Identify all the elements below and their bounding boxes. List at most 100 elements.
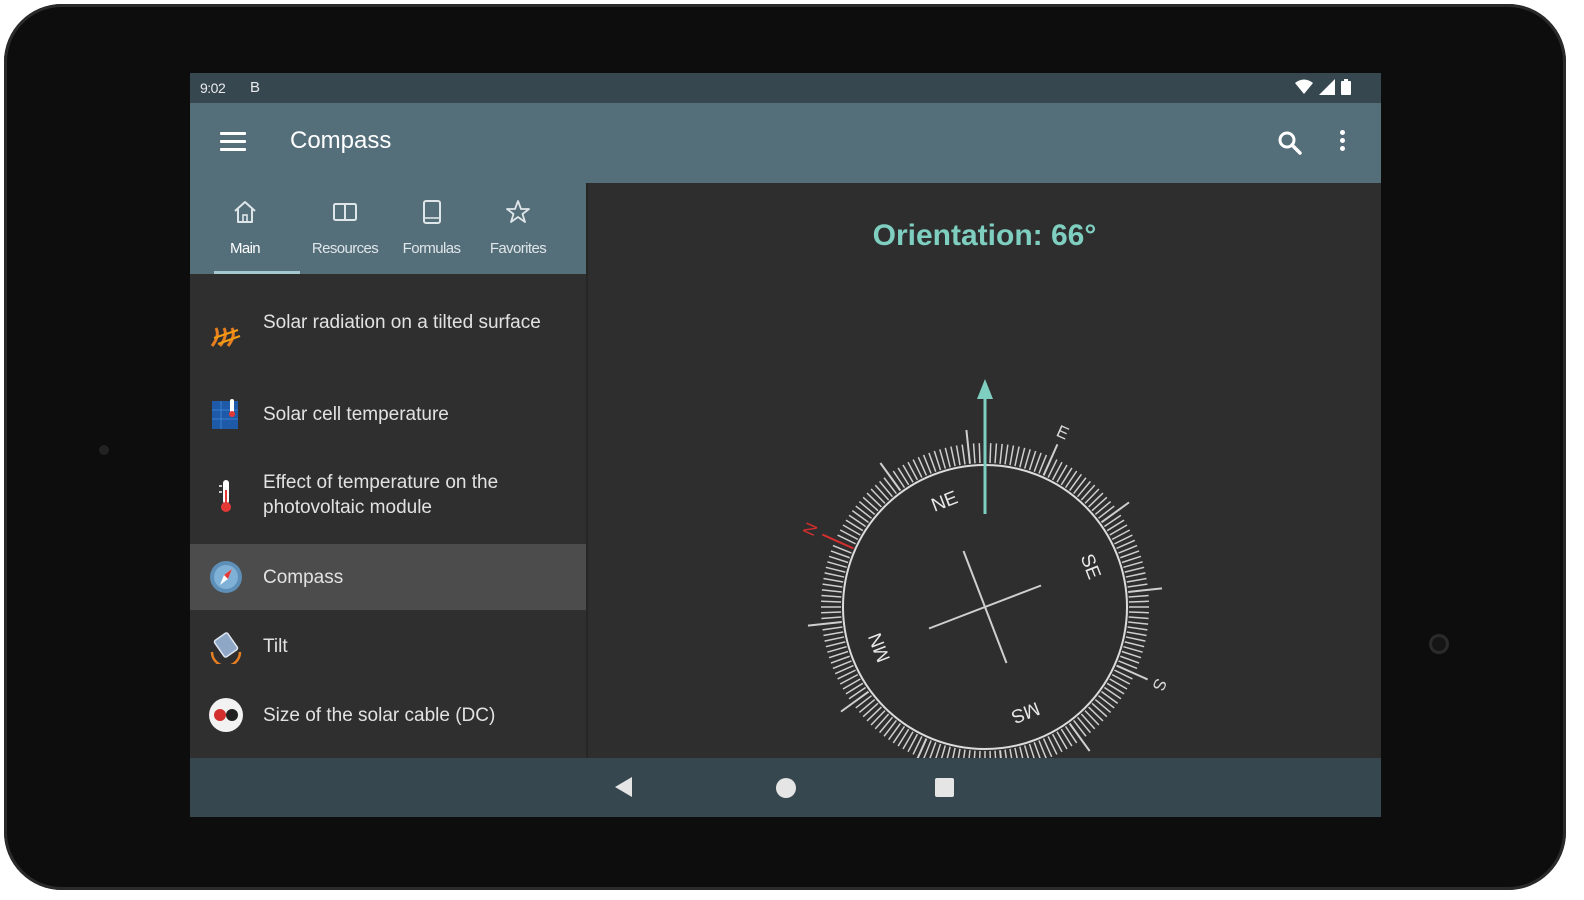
compass-tick (848, 514, 867, 528)
compass-tick (1060, 467, 1073, 486)
compass-tick (845, 519, 864, 532)
compass-tick (1088, 492, 1104, 508)
list-item-solar-cable[interactable]: Size of the solar cable (DC) (190, 680, 586, 752)
list-item-solar-cell-temperature[interactable]: Solar cell temperature (190, 380, 586, 450)
compass-tick (1019, 746, 1024, 758)
app-bar: Compass (190, 103, 1381, 183)
compass-tick (807, 621, 842, 627)
compass-tick (1014, 747, 1018, 758)
compass-tick (828, 555, 849, 564)
compass-tick (1098, 505, 1115, 519)
compass-tick (965, 429, 971, 464)
list-item-tilt[interactable]: Tilt (190, 612, 586, 680)
compass-tick (1098, 695, 1115, 709)
compass-tick (940, 745, 947, 758)
compass-tick (1009, 748, 1013, 758)
compass-tick (887, 723, 901, 741)
list-item-label: Size of the solar cable (DC) (263, 705, 496, 726)
compass-tick (821, 533, 854, 550)
compass-tick (1128, 600, 1149, 603)
tilt-icon (210, 632, 242, 664)
compass-tick (989, 443, 992, 464)
compass-tick (955, 445, 961, 466)
compass-tick (1124, 641, 1145, 648)
compass-tick (823, 631, 844, 637)
page-title: Compass (290, 127, 392, 154)
tab-resources[interactable]: Resources (300, 183, 390, 274)
compass-tick (952, 747, 956, 758)
compass-tick (870, 488, 886, 504)
compass-tick (1042, 443, 1059, 476)
compass-tick (1076, 716, 1091, 734)
tab-favorites[interactable]: Favorites (473, 183, 563, 274)
compass-tick (822, 583, 843, 588)
list-item-temperature-effect[interactable]: Effect of temperature on the photovoltai… (190, 450, 586, 542)
compass-tick (935, 743, 942, 758)
compass-tick (862, 702, 879, 718)
compass-panel: Orientation: 66° NESWNESEMSMN (588, 183, 1381, 758)
list-item-compass[interactable]: Compass (190, 544, 586, 610)
compass-tick (858, 698, 876, 713)
compass-cardinal-label: E (1054, 422, 1072, 444)
compass-tick (825, 641, 846, 648)
compass-tick (1023, 745, 1030, 758)
compass-tick (1101, 691, 1119, 705)
home-circle-icon[interactable] (776, 778, 796, 798)
tab-label: Main (229, 240, 261, 257)
compass-tick (825, 566, 846, 573)
compass-tick (883, 477, 897, 494)
compass-tick (1023, 449, 1031, 469)
compass-tick (963, 749, 966, 758)
compass-tick (1127, 583, 1148, 588)
compass-tick (1080, 484, 1096, 501)
bluetooth-icon: B (250, 79, 261, 96)
compass-tick (946, 746, 951, 758)
system-icons (1295, 79, 1351, 95)
tab-formulas[interactable]: Formulas (390, 183, 473, 274)
compass-tick (879, 716, 894, 734)
compass-tick (944, 447, 951, 468)
tab-main[interactable]: Main (190, 183, 300, 274)
compass-tick (1088, 706, 1104, 722)
compass-tick (1125, 572, 1146, 578)
compass-tick (1128, 621, 1149, 625)
solar-cable-icon (209, 698, 243, 732)
compass-tick (821, 616, 842, 620)
tab-label: Formulas (402, 240, 461, 257)
list-item-solar-radiation[interactable]: Solar radiation on a tilted surface (190, 290, 586, 380)
compass-tick (1103, 514, 1122, 528)
compass-tick (978, 443, 981, 464)
hamburger-icon[interactable] (220, 132, 246, 154)
compass-tick (1094, 698, 1112, 713)
compass-tick (961, 444, 966, 465)
more-vert-icon[interactable] (1338, 130, 1346, 156)
list-item-label: Solar cell temperature (263, 404, 449, 425)
compass-intercardinal-label: MS (1008, 697, 1042, 727)
compass-tick (845, 682, 864, 695)
search-icon[interactable] (1277, 130, 1303, 156)
compass-tick (851, 509, 869, 523)
recents-icon[interactable] (935, 778, 954, 797)
list-item-label: Effect of temperature on the photovoltai… (263, 472, 499, 518)
compass-tick (883, 720, 897, 737)
book-icon (333, 203, 357, 221)
compass-tick (1121, 555, 1142, 564)
compass-tick (870, 710, 886, 726)
compass-tick (1084, 488, 1100, 504)
compass-tick (1028, 450, 1037, 471)
compass-tick (978, 750, 981, 758)
compass-tick (1123, 645, 1143, 653)
back-icon[interactable] (615, 777, 632, 797)
wifi-icon (1295, 79, 1313, 94)
compass-tick (827, 561, 847, 569)
system-nav-bar (190, 758, 1381, 817)
compass-tick (950, 446, 956, 467)
list-item-label: Solar radiation on a tilted surface (263, 312, 541, 333)
compass-tick (973, 750, 976, 758)
compass-tick (1121, 650, 1142, 659)
compass-tick (874, 713, 890, 730)
compass-tick (1128, 616, 1149, 620)
compass-tick (1069, 473, 1083, 491)
compass-tick (994, 443, 998, 464)
compass-tick (1106, 682, 1125, 695)
